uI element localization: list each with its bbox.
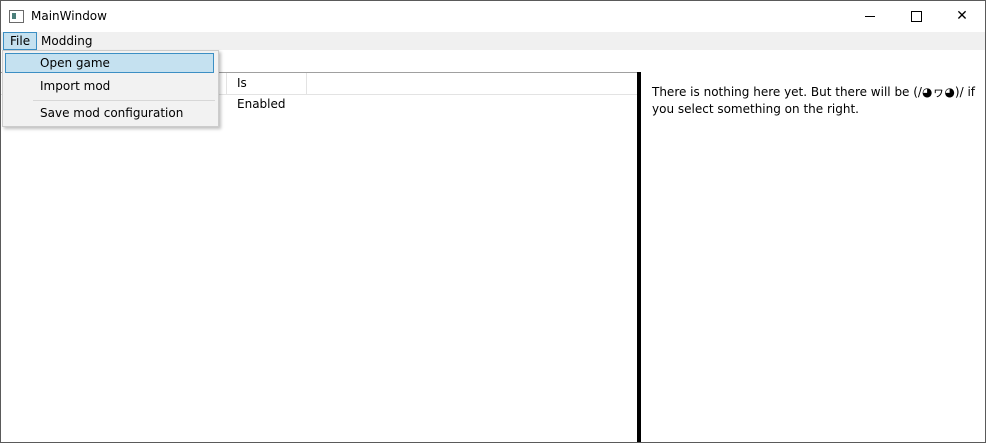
title-bar[interactable]: MainWindow ✕ xyxy=(1,1,985,31)
mod-list-grid[interactable]: Is Enabled xyxy=(1,72,637,442)
menu-modding[interactable]: Modding xyxy=(34,32,100,50)
window-title: MainWindow xyxy=(31,9,107,23)
menu-separator xyxy=(33,100,215,101)
minimize-icon xyxy=(865,15,875,17)
menu-item-save-mod-configuration[interactable]: Save mod configuration xyxy=(5,103,214,123)
minimize-button[interactable] xyxy=(847,1,893,31)
menu-item-import-mod[interactable]: Import mod xyxy=(5,76,214,96)
menu-bar: File Modding xyxy=(1,32,985,50)
details-panel: There is nothing here yet. But there wil… xyxy=(641,72,985,442)
menu-item-label: Open game xyxy=(40,56,110,70)
file-menu-dropdown: Open game Import mod Save mod configurat… xyxy=(2,50,219,127)
menu-item-open-game[interactable]: Open game xyxy=(5,53,214,73)
window-app-icon xyxy=(9,10,24,23)
main-window: MainWindow ✕ File Modding Is Enabled The… xyxy=(0,0,986,443)
close-icon: ✕ xyxy=(956,8,968,24)
menu-item-label: Import mod xyxy=(40,79,111,93)
column-header-is-enabled[interactable]: Is Enabled xyxy=(226,73,307,111)
maximize-icon xyxy=(910,10,922,22)
menu-file[interactable]: File xyxy=(3,32,38,50)
details-message: There is nothing here yet. But there wil… xyxy=(652,85,976,116)
maximize-button[interactable] xyxy=(893,1,939,31)
menu-item-label: Save mod configuration xyxy=(40,106,184,120)
close-button[interactable]: ✕ xyxy=(939,1,985,31)
